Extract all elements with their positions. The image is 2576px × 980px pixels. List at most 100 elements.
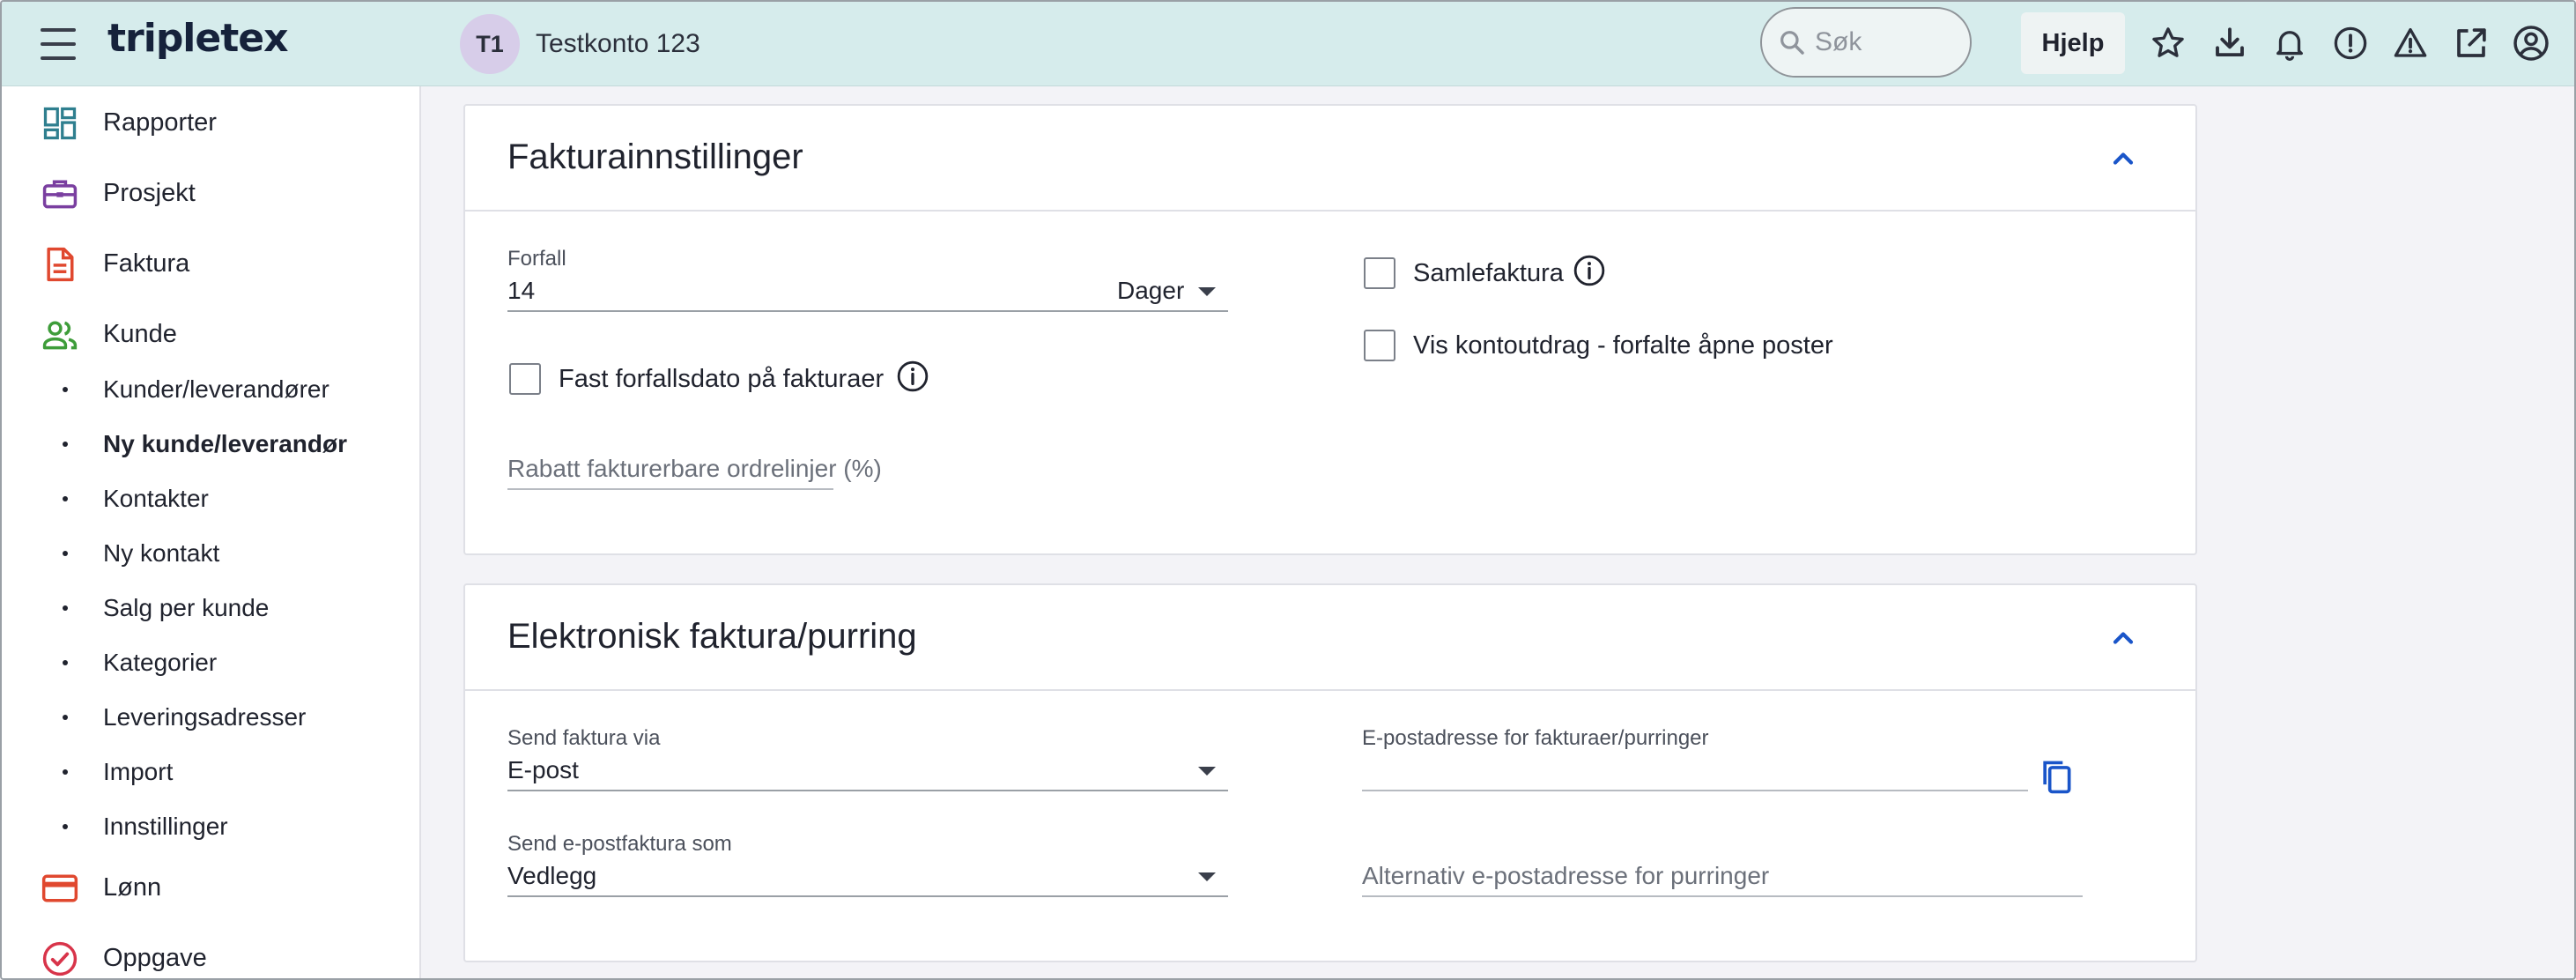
sidebar-subitem-label: Salg per kunde (103, 594, 270, 621)
sidebar-subitem-innstillinger[interactable]: Innstillinger (2, 802, 421, 851)
alert-circle-icon[interactable] (2330, 23, 2371, 63)
sidebar-subitem-label: Leveringsadresser (103, 703, 307, 731)
search-box[interactable] (1760, 7, 1972, 78)
forfall-input[interactable]: 14 (507, 277, 535, 305)
sidebar-subitem-label: Kontakter (103, 485, 209, 512)
search-icon (1780, 31, 1804, 55)
account-name: Testkonto 123 (536, 29, 700, 58)
fixed-due-date-checkbox[interactable] (509, 363, 541, 395)
discount-field[interactable]: Rabatt fakturerbare ordrelinjer (%) (507, 455, 882, 483)
sidebar-subitem-label: Ny kontakt (103, 539, 220, 567)
forfall-label: Forfall (507, 247, 566, 271)
sidebar-subitem-kunder-leverandorer[interactable]: Kunder/leverandører (2, 365, 421, 414)
discount-underline (507, 488, 833, 490)
send-as-label: Send e-postfaktura som (507, 832, 732, 856)
briefcase-icon (42, 180, 78, 209)
alt-email-underline (1362, 895, 2083, 897)
bell-icon[interactable] (2269, 23, 2310, 63)
sidebar-item-label: Oppgave (103, 943, 207, 972)
fixed-due-date-label: Fast forfallsdato på fakturaer (559, 365, 885, 393)
avatar: T1 (460, 14, 520, 74)
chevron-down-icon[interactable] (1198, 872, 1216, 881)
send-via-select[interactable]: E-post (507, 756, 579, 784)
chevron-up-icon[interactable] (2107, 143, 2139, 174)
download-icon[interactable] (2210, 23, 2250, 63)
check-circle-icon (42, 941, 78, 976)
sidebar-subitem-import[interactable]: Import (2, 747, 421, 797)
sidebar-item-label: Faktura (103, 249, 190, 278)
star-icon[interactable] (2148, 23, 2188, 63)
card-title: Elektronisk faktura/purring (507, 617, 917, 656)
sidebar-subitem-ny-kontakt[interactable]: Ny kontakt (2, 529, 421, 578)
sidebar-subitem-label: Import (103, 758, 174, 785)
sidebar-subitem-label: Ny kunde/leverandør (103, 430, 347, 457)
send-as-select[interactable]: Vedlegg (507, 862, 596, 890)
bullet (63, 605, 68, 611)
electronic-invoice-header[interactable]: Elektronisk faktura/purring (465, 585, 2195, 691)
sidebar-item-label: Lønn (103, 872, 162, 902)
warning-icon[interactable] (2390, 23, 2431, 63)
bullet (63, 442, 68, 447)
send-via-underline (507, 790, 1228, 791)
send-via-label: Send faktura via (507, 726, 661, 750)
bullet (63, 660, 68, 665)
app-window: tripletex T1 Testkonto 123 Hjelp (0, 0, 2576, 980)
top-bar: tripletex T1 Testkonto 123 Hjelp (2, 2, 2574, 86)
dashboard-icon (43, 107, 77, 140)
people-icon (42, 321, 78, 350)
sidebar-item-label: Kunde (103, 319, 177, 348)
bullet (63, 387, 68, 392)
account-statement-label: Vis kontoutdrag - forfalte åpne poster (1413, 331, 1833, 360)
help-button[interactable]: Hjelp (2021, 12, 2125, 74)
chevron-up-icon[interactable] (2107, 622, 2139, 654)
bullet (63, 824, 68, 829)
info-icon[interactable] (1572, 253, 1607, 288)
sidebar-subitem-label: Kategorier (103, 649, 218, 676)
invoice-settings-card: Fakturainnstillinger Forfall 14 Dager Fa… (463, 104, 2197, 555)
sidebar-item-lonn[interactable]: Lønn (2, 860, 421, 915)
sidebar-item-rapporter[interactable]: Rapporter (2, 95, 421, 150)
email-input[interactable] (1362, 790, 2028, 791)
bullet (63, 551, 68, 556)
sidebar-item-kunde[interactable]: Kunde (2, 307, 421, 361)
sidebar-item-faktura[interactable]: Faktura (2, 236, 421, 291)
user-account-icon[interactable] (2511, 23, 2551, 63)
sidebar-item-label: Rapporter (103, 108, 217, 137)
card-title: Fakturainnstillinger (507, 137, 803, 176)
account-statement-checkbox[interactable] (1364, 330, 1395, 361)
bullet (63, 715, 68, 720)
logo[interactable]: tripletex (107, 16, 288, 61)
menu-icon[interactable] (41, 28, 76, 60)
sidebar-item-oppgave[interactable]: Oppgave (2, 931, 421, 978)
email-label: E-postadresse for fakturaer/purringer (1362, 726, 1709, 750)
search-input[interactable] (1815, 27, 1947, 57)
invoice-settings-header[interactable]: Fakturainnstillinger (465, 106, 2195, 212)
electronic-invoice-card: Elektronisk faktura/purring Send faktura… (463, 583, 2197, 962)
sidebar-subitem-kategorier[interactable]: Kategorier (2, 638, 421, 687)
card-icon (41, 874, 78, 902)
sidebar-subitem-salg-per-kunde[interactable]: Salg per kunde (2, 583, 421, 633)
sidebar-subitem-leveringsadresser[interactable]: Leveringsadresser (2, 693, 421, 742)
bullet (63, 769, 68, 775)
sidebar-item-label: Prosjekt (103, 178, 196, 207)
alt-email-input[interactable]: Alternativ e-postadresse for purringer (1362, 862, 1769, 890)
forfall-unit-select[interactable]: Dager (1117, 277, 1184, 305)
collective-invoice-label: Samlefaktura (1413, 259, 1564, 287)
sidebar-subitem-kontakter[interactable]: Kontakter (2, 474, 421, 523)
account-switcher[interactable]: T1 Testkonto 123 (460, 14, 700, 74)
collective-invoice-checkbox[interactable] (1364, 257, 1395, 289)
sidebar-subitem-label: Innstillinger (103, 813, 228, 840)
info-icon[interactable] (895, 359, 930, 394)
open-external-icon[interactable] (2451, 23, 2491, 63)
sidebar-item-prosjekt[interactable]: Prosjekt (2, 166, 421, 220)
chevron-down-icon[interactable] (1198, 287, 1216, 296)
document-icon (47, 247, 74, 282)
chevron-down-icon[interactable] (1198, 767, 1216, 776)
sidebar-subitem-label: Kunder/leverandører (103, 375, 329, 403)
forfall-underline (507, 310, 1228, 312)
copy-icon[interactable] (2037, 756, 2076, 797)
bullet (63, 496, 68, 501)
sidebar-subitem-ny-kunde[interactable]: Ny kunde/leverandør (2, 419, 421, 469)
sidebar: Rapporter Prosjekt Faktura Kunde Kunder/… (2, 86, 421, 978)
send-as-underline (507, 895, 1228, 897)
